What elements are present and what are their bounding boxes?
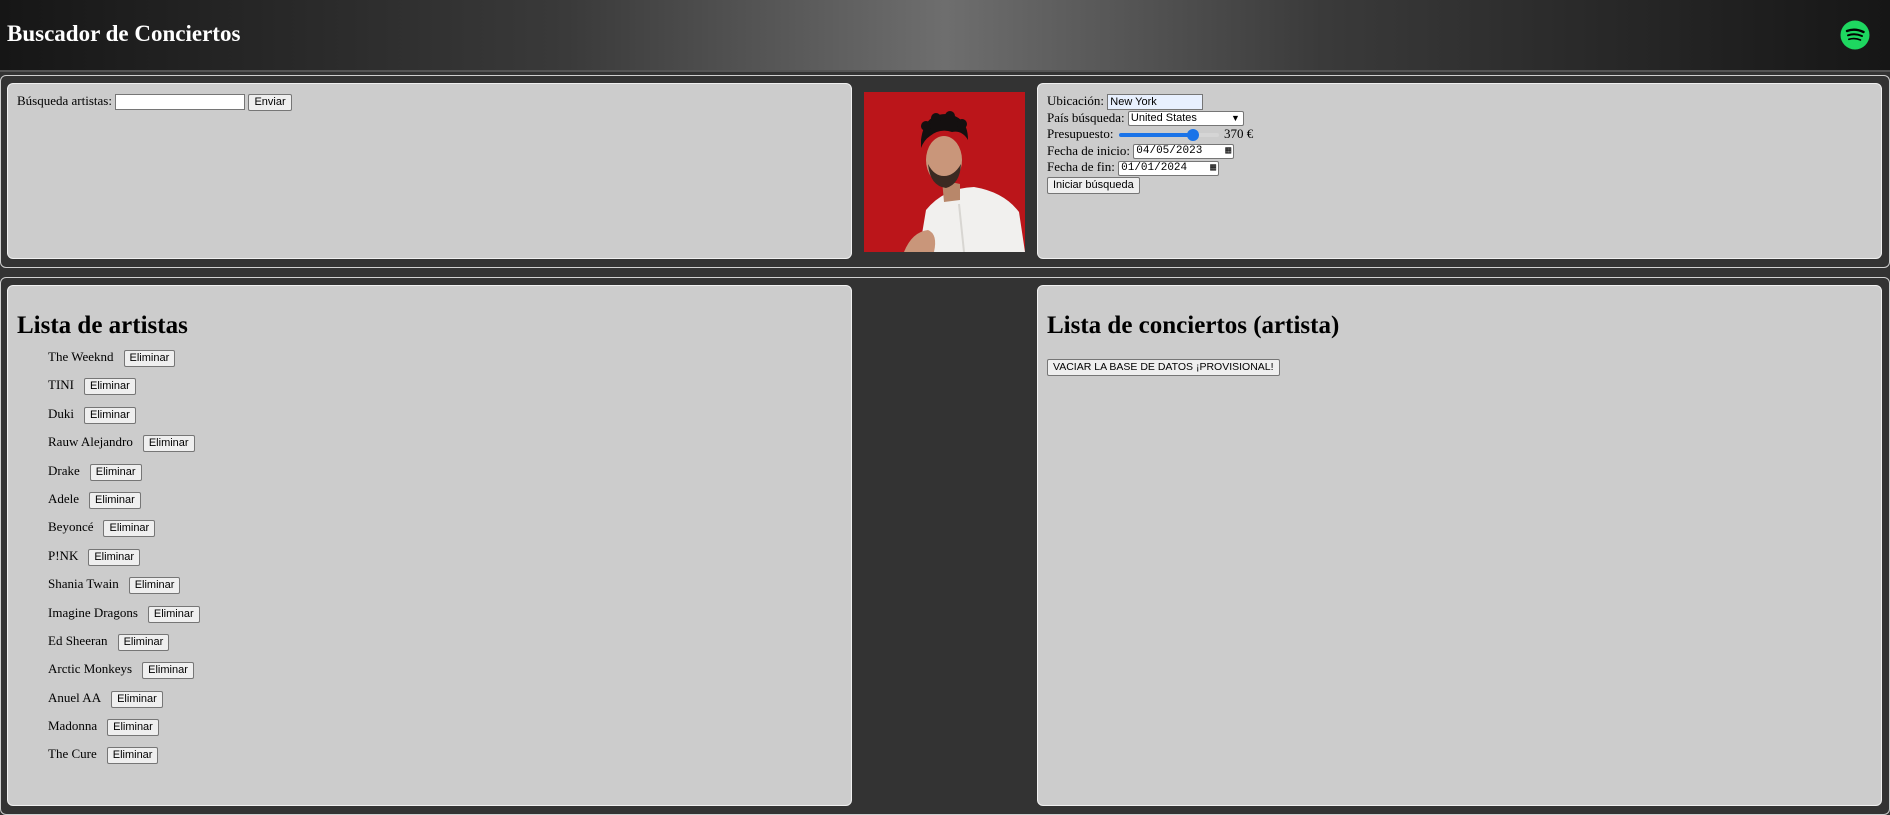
country-select[interactable]: United States ▼ (1127, 111, 1244, 127)
artist-name: Drake (48, 462, 80, 478)
start-date-label: Fecha de inicio: (1047, 142, 1131, 158)
artist-list-item: P!NK Eliminar (48, 548, 200, 576)
concerts-list-panel: Lista de conciertos (artista) VACIAR LA … (1037, 285, 1882, 806)
budget-label: Presupuesto: (1047, 126, 1114, 141)
end-date-row: Fecha de fin: 01/01/2024 ▦ (1047, 159, 1253, 176)
artist-name: Imagine Dragons (48, 604, 138, 620)
artist-list-item: TINI Eliminar (48, 377, 200, 405)
remove-artist-button[interactable]: Eliminar (107, 719, 159, 737)
remove-artist-button[interactable]: Eliminar (89, 491, 141, 509)
artist-name: The Weeknd (48, 349, 114, 364)
budget-slider[interactable] (1118, 129, 1219, 142)
remove-artist-button[interactable]: Eliminar (103, 520, 156, 538)
country-selected-value: United States (1130, 112, 1197, 125)
artist-name: Rauw Alejandro (48, 434, 133, 450)
artist-list-item: Anuel AA Eliminar (48, 690, 200, 718)
artists-list-panel: Lista de artistas The Weeknd Eliminar TINI… (7, 285, 852, 806)
remove-artist-button[interactable]: Eliminar (84, 378, 136, 396)
start-date-value: 04/05/2023 (1136, 145, 1203, 158)
artist-name: Anuel AA (48, 689, 102, 705)
remove-artist-button[interactable]: Eliminar (88, 548, 141, 566)
artists-list-title: Lista de artistas (17, 312, 188, 339)
artist-name: Duki (48, 405, 74, 421)
artist-search-panel: Búsqueda artistas: Enviar (7, 83, 852, 259)
artist-list-item: Shania Twain Eliminar (48, 576, 200, 604)
budget-slider-thumb[interactable] (1186, 129, 1199, 142)
artist-name: The Cure (48, 746, 97, 762)
end-date-value: 01/01/2024 (1121, 161, 1188, 174)
start-date-row: Fecha de inicio: 04/05/2023 ▦ (1047, 143, 1253, 160)
artist-search-form: Búsqueda artistas: Enviar (17, 93, 292, 111)
artist-list-item: Beyoncé Eliminar (48, 519, 200, 547)
spotify-icon[interactable] (1840, 20, 1870, 50)
location-row: Ubicación: (1047, 93, 1253, 111)
artist-photo (864, 92, 1025, 252)
location-label: Ubicación: (1047, 93, 1105, 108)
artist-list-item: Arctic Monkeys Eliminar (48, 661, 200, 689)
artist-list-item: The Cure Eliminar (48, 746, 200, 774)
remove-artist-button[interactable]: Eliminar (84, 406, 136, 424)
start-search-button[interactable]: Iniciar búsqueda (1047, 176, 1140, 194)
remove-artist-button[interactable]: Eliminar (128, 577, 181, 595)
artist-search-input[interactable] (115, 94, 246, 111)
artist-list-item: Duki Eliminar (48, 406, 200, 434)
artist-name: Ed Sheeran (48, 632, 108, 648)
artist-list-item: The Weeknd Eliminar (48, 349, 200, 377)
budget-slider-fill (1118, 133, 1193, 138)
artist-name: Adele (48, 490, 80, 506)
artist-name: Shania Twain (48, 576, 119, 592)
artist-portrait-image (864, 92, 1025, 252)
artist-list-item: Ed Sheeran Eliminar (48, 633, 200, 661)
artist-name: Arctic Monkeys (48, 661, 133, 677)
remove-artist-button[interactable]: Eliminar (117, 633, 170, 651)
remove-artist-button[interactable]: Eliminar (106, 747, 159, 765)
country-label: País búsqueda: (1047, 109, 1125, 125)
artist-name: P!NK (48, 547, 79, 563)
concerts-list-title: Lista de conciertos (artista) (1047, 312, 1340, 339)
artist-list-item: Adele Eliminar (48, 491, 200, 519)
remove-artist-button[interactable]: Eliminar (147, 605, 200, 623)
remove-artist-button[interactable]: Eliminar (142, 435, 195, 453)
clear-database-button[interactable]: VACIAR LA BASE DE DATOS ¡PROVISIONAL! (1047, 359, 1280, 376)
send-button[interactable]: Enviar (248, 94, 292, 111)
calendar-icon[interactable]: ▦ (1210, 162, 1216, 175)
page-title: Buscador de Conciertos (7, 21, 241, 46)
header-bar: Buscador de Conciertos (0, 0, 1890, 72)
end-date-label: Fecha de fin: (1047, 159, 1115, 174)
artist-name: Beyoncé (48, 519, 94, 535)
artist-name: Madonna (48, 718, 98, 734)
artist-name: TINI (48, 377, 74, 393)
artists-list: The Weeknd Eliminar TINI Eliminar Duki Elimin… (48, 349, 200, 775)
chevron-down-icon: ▼ (1230, 113, 1240, 124)
calendar-icon[interactable]: ▦ (1225, 145, 1231, 158)
artist-list-item: Imagine Dragons Eliminar (48, 605, 200, 633)
filters-form: Ubicación: País búsqueda: United States … (1047, 93, 1253, 194)
start-date-input[interactable]: 04/05/2023 ▦ (1133, 144, 1235, 160)
country-row: País búsqueda: United States ▼ (1047, 110, 1253, 127)
artist-list-item: Drake Eliminar (48, 463, 200, 491)
remove-artist-button[interactable]: Eliminar (142, 662, 194, 680)
artist-list-item: Rauw Alejandro Eliminar (48, 434, 200, 462)
artist-search-label: Búsqueda artistas: (17, 93, 112, 108)
remove-artist-button[interactable]: Eliminar (123, 350, 176, 367)
concert-filters-panel: Ubicación: País búsqueda: United States … (1037, 83, 1882, 259)
end-date-input[interactable]: 01/01/2024 ▦ (1118, 160, 1220, 176)
location-input[interactable] (1107, 94, 1204, 111)
artist-list-item: Madonna Eliminar (48, 718, 200, 746)
start-search-row: Iniciar búsqueda (1047, 176, 1253, 194)
budget-row: Presupuesto: 370 € (1047, 126, 1253, 143)
remove-artist-button[interactable]: Eliminar (89, 463, 142, 481)
budget-value: 370 € (1223, 126, 1254, 141)
remove-artist-button[interactable]: Eliminar (111, 690, 163, 708)
